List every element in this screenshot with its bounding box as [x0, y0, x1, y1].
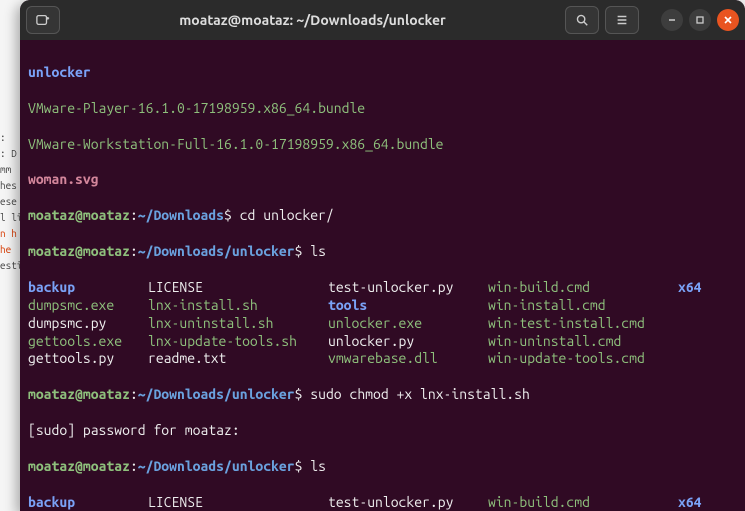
- ls-entry: unlocker: [28, 64, 91, 80]
- ls-entry: x64: [678, 279, 737, 297]
- prompt-host: moataz: [83, 207, 130, 223]
- ls-entry: unlocker.py: [328, 333, 488, 351]
- ls-entry: unlocker.exe: [328, 315, 488, 333]
- ls-entry: lnx-install.sh: [148, 297, 328, 315]
- ls-entry: win-update-tools.cmd: [488, 350, 678, 368]
- minimize-button[interactable]: [661, 9, 683, 31]
- maximize-button[interactable]: [689, 9, 711, 31]
- background-fragment: l li: [0, 210, 20, 226]
- ls-entry: VMware-Workstation-Full-16.1.0-17198959.…: [28, 136, 444, 152]
- ls-entry: [678, 315, 737, 333]
- ls-entry: [678, 350, 737, 368]
- ls-entry: test-unlocker.py: [328, 279, 488, 297]
- ls-entry: readme.txt: [148, 350, 328, 368]
- command-text: sudo chmod +x lnx-install.sh: [310, 386, 530, 402]
- ls-entry: tools: [328, 297, 488, 315]
- new-tab-icon: [36, 13, 50, 27]
- ls-entry: LICENSE: [148, 494, 328, 511]
- minimize-icon: [667, 15, 677, 25]
- ls-entry: test-unlocker.py: [328, 494, 488, 511]
- search-icon: [575, 13, 589, 27]
- menu-button[interactable]: [605, 6, 639, 34]
- ls-entry: gettools.py: [28, 350, 148, 368]
- ls-entry: backup: [28, 494, 148, 511]
- maximize-icon: [695, 15, 705, 25]
- search-button[interactable]: [565, 6, 599, 34]
- background-window: :: Dmmhesesel lin hheesti: [0, 0, 20, 511]
- prompt-user: moataz: [28, 207, 75, 223]
- ls-entry: dumpsmc.exe: [28, 297, 148, 315]
- ls-entry: [678, 297, 737, 315]
- close-button[interactable]: [717, 9, 739, 31]
- ls-entry: dumpsmc.py: [28, 315, 148, 333]
- background-fragment: : D: [0, 146, 20, 162]
- ls-entry: x64: [678, 494, 737, 511]
- ls-entry: win-uninstall.cmd: [488, 333, 678, 351]
- hamburger-icon: [615, 13, 629, 27]
- background-fragment: n h: [0, 226, 20, 242]
- ls-entry: lnx-uninstall.sh: [148, 315, 328, 333]
- terminal-window: moataz@moataz: ~/Downloads/unlocker unlo…: [20, 0, 745, 511]
- ls-entry: backup: [28, 279, 148, 297]
- ls-entry: LICENSE: [148, 279, 328, 297]
- titlebar: moataz@moataz: ~/Downloads/unlocker: [20, 0, 745, 40]
- new-tab-button[interactable]: [26, 6, 60, 34]
- background-fragment: hes: [0, 178, 20, 194]
- background-fragment: he: [0, 242, 20, 258]
- ls-entry: win-install.cmd: [488, 297, 678, 315]
- background-fragment: esti: [0, 258, 20, 274]
- command-text: ls: [310, 458, 326, 474]
- background-fragment: :: [0, 130, 20, 146]
- ls-entry: win-build.cmd: [488, 494, 678, 511]
- ls-entry: win-test-install.cmd: [488, 315, 678, 333]
- background-fragment: mm: [0, 162, 20, 178]
- ls-entry: woman.svg: [28, 171, 99, 187]
- prompt-path: ~/Downloads: [138, 207, 224, 223]
- ls-entry: gettools.exe: [28, 333, 148, 351]
- background-fragment: ese: [0, 194, 20, 210]
- window-title: moataz@moataz: ~/Downloads/unlocker: [68, 12, 557, 28]
- ls-entry: win-build.cmd: [488, 279, 678, 297]
- ls-entry: lnx-update-tools.sh: [148, 333, 328, 351]
- sudo-prompt: [sudo] password for moataz:: [28, 422, 240, 438]
- ls-listing: backupLICENSEtest-unlocker.pywin-build.c…: [28, 494, 737, 511]
- ls-listing: backupLICENSEtest-unlocker.pywin-build.c…: [28, 279, 737, 369]
- close-icon: [723, 15, 733, 25]
- ls-entry: [678, 333, 737, 351]
- ls-entry: vmwarebase.dll: [328, 350, 488, 368]
- terminal-body[interactable]: unlocker VMware-Player-16.1.0-17198959.x…: [20, 40, 745, 511]
- command-text: ls: [310, 243, 326, 259]
- command-text: cd unlocker/: [240, 207, 334, 223]
- ls-entry: VMware-Player-16.1.0-17198959.x86_64.bun…: [28, 100, 365, 116]
